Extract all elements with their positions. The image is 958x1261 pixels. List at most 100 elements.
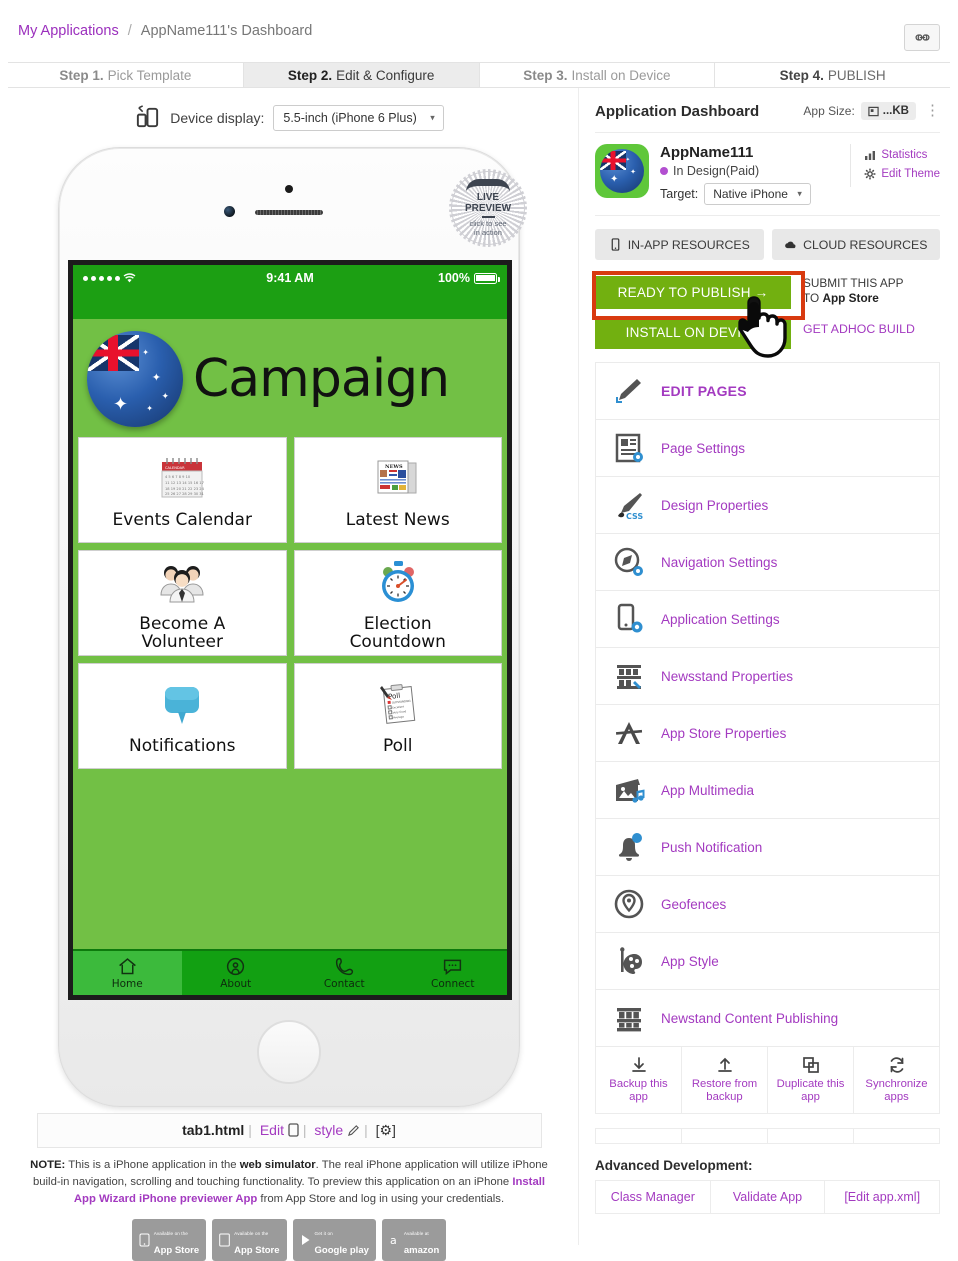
svg-text:CSS: CSS (626, 512, 643, 521)
phone-tab-connect[interactable]: Connect (399, 951, 508, 995)
signal-indicator (83, 272, 266, 284)
breadcrumb-root-link[interactable]: My Applications (18, 23, 119, 39)
step-3-number: Step 3. (523, 67, 568, 83)
bell-icon (610, 831, 648, 863)
link-button[interactable] (904, 24, 940, 51)
tab-label: Home (111, 978, 143, 990)
store-badges: Available on the App Store Available on t… (0, 1219, 578, 1261)
menu-item-newsstand-properties[interactable]: Newsstand Properties (596, 648, 939, 705)
tile-become-a-volunteer[interactable]: Become A Volunteer (78, 550, 287, 656)
edit-theme-link[interactable]: Edit Theme (864, 168, 940, 180)
tab-step-2[interactable]: Step 2. Edit & Configure (243, 63, 480, 87)
panel-side-links: Statistics Edit Theme (850, 144, 940, 187)
tool-secondary-4[interactable] (854, 1129, 939, 1143)
validate-app-button[interactable]: Validate App (711, 1181, 826, 1213)
link-icon (915, 34, 929, 41)
synchronize-apps-button[interactable]: Synchronize apps (854, 1047, 939, 1113)
tab-step-4[interactable]: Step 4. PUBLISH (715, 63, 950, 87)
tool-secondary-3[interactable] (768, 1129, 854, 1143)
application-dashboard-panel: Application Dashboard App Size: ...KB ⋮ … (578, 88, 958, 1245)
tile-latest-news[interactable]: NEWS Latest News (293, 437, 502, 543)
tab-step-3[interactable]: Step 3. Install on Device (479, 63, 716, 87)
statistics-label: Statistics (881, 149, 928, 161)
menu-item-app-style[interactable]: App Style (596, 933, 939, 990)
live-preview-badge[interactable]: LIVE PREVIEW click to see in action (449, 169, 527, 247)
people-group-icon (157, 555, 207, 611)
tile-election-countdown[interactable]: Election Countdown (293, 550, 502, 656)
tile-poll[interactable]: Poll OUTSTANDING Excellent Very Good Ave… (293, 663, 502, 769)
menu-item-app-multimedia[interactable]: App Multimedia (596, 762, 939, 819)
class-manager-button[interactable]: Class Manager (596, 1181, 711, 1213)
menu-label: Push Notification (661, 839, 763, 855)
phone-tab-home[interactable]: Home (73, 951, 182, 995)
tab-label: Contact (323, 978, 365, 990)
edit-link[interactable]: Edit (260, 1122, 284, 1138)
menu-item-navigation-settings[interactable]: Navigation Settings (596, 534, 939, 591)
menu-label: Newsstand Properties (661, 668, 794, 684)
tool-secondary-2[interactable] (682, 1129, 768, 1143)
target-select[interactable]: Native iPhone (704, 183, 811, 205)
menu-item-design-properties[interactable]: CSS Design Properties (596, 477, 939, 534)
device-switch-icon[interactable] (134, 104, 161, 131)
newspaper-icon: NEWS (374, 451, 422, 507)
phone-tab-about[interactable]: About (182, 951, 291, 995)
badge-app-store-iphone[interactable]: Available on the App Store (131, 1219, 207, 1261)
tile-notifications[interactable]: Notifications (78, 663, 287, 769)
cloud-resources-button[interactable]: CLOUD RESOURCES (771, 229, 940, 260)
cloud-icon (785, 241, 796, 249)
app-summary-row: ✦ ✦ ✦ AppName111 In Design(Paid) Target:… (595, 132, 940, 215)
advanced-development-row: Class Manager Validate App [Edit app.xml… (595, 1180, 940, 1214)
tab-step-1[interactable]: Step 1. Pick Template (8, 63, 244, 87)
australia-globe-logo: ✦ ✦ ✦ ✦ ✦ (87, 331, 183, 427)
menu-item-push-notification[interactable]: Push Notification (596, 819, 939, 876)
device-display-select[interactable]: 5.5-inch (iPhone 6 Plus) (273, 104, 444, 131)
home-button[interactable] (257, 1020, 321, 1084)
phone-gear-icon (610, 603, 648, 635)
menu-item-geofences[interactable]: Geofences (596, 876, 939, 933)
cloud-resources-label: CLOUD RESOURCES (803, 237, 928, 252)
style-link[interactable]: style (314, 1122, 343, 1138)
play-icon (300, 1233, 311, 1247)
preview-column: Device display: 5.5-inch (iPhone 6 Plus)… (0, 88, 578, 1261)
menu-item-page-settings[interactable]: Page Settings (596, 420, 939, 477)
menu-label: EDIT PAGES (661, 383, 747, 399)
menu-item-application-settings[interactable]: Application Settings (596, 591, 939, 648)
menu-item-edit-pages[interactable]: EDIT PAGES (596, 363, 939, 420)
statistics-link[interactable]: Statistics (864, 149, 940, 161)
badge-app-store-ipad[interactable]: Available on the App Store (212, 1219, 287, 1261)
sep-2: | (302, 1122, 307, 1138)
device-small-icon[interactable] (288, 1123, 299, 1137)
badge-amazon[interactable]: a Available at amazon (381, 1219, 447, 1261)
get-adhoc-build-link[interactable]: GET ADHOC BUILD (803, 322, 915, 336)
tile-label: Notifications (129, 735, 236, 756)
earpiece-speaker-icon (255, 210, 323, 215)
settings-bracket-icon[interactable]: [⚙] (376, 1122, 396, 1138)
multimedia-icon (610, 774, 648, 806)
badge-google-play[interactable]: Get it on Google play (292, 1219, 376, 1261)
edit-app-xml-button[interactable]: [Edit app.xml] (825, 1181, 939, 1213)
backup-this-app-button[interactable]: Backup this app (596, 1047, 682, 1113)
tile-events-calendar[interactable]: 4 5 6 7 8 9 10 11 12 13 14 15 16 17 18 1… (78, 437, 287, 543)
step-1-label: Pick Template (107, 67, 192, 83)
pencil-small-icon[interactable] (347, 1124, 360, 1137)
in-app-resources-button[interactable]: IN-APP RESOURCES (595, 229, 764, 260)
more-options-icon[interactable]: ⋮ (925, 103, 940, 117)
phone-tab-contact[interactable]: Contact (290, 951, 399, 995)
restore-from-backup-button[interactable]: Restore from backup (682, 1047, 768, 1113)
menu-label: Geofences (661, 896, 727, 912)
duplicate-this-app-button[interactable]: Duplicate this app (768, 1047, 854, 1113)
current-filename: tab1.html (182, 1122, 245, 1138)
menu-item-app-store-properties[interactable]: App Store Properties (596, 705, 939, 762)
shelf-wrench-icon (610, 660, 648, 692)
steps-tablist: Step 1. Pick Template Step 2. Edit & Con… (8, 62, 950, 88)
status-dot-icon (660, 167, 668, 175)
menu-item-newstand-content-publishing[interactable]: Newstand Content Publishing (596, 990, 939, 1047)
badge-big-text: App Store (153, 1245, 200, 1257)
app-icon: ✦ ✦ ✦ (595, 144, 649, 198)
app-size-value[interactable]: ...KB (860, 102, 916, 120)
tools-row-secondary (595, 1128, 940, 1144)
panel-header: Application Dashboard App Size: ...KB ⋮ (595, 102, 940, 132)
tool-secondary-1[interactable] (596, 1129, 682, 1143)
palette-icon (610, 945, 648, 977)
publish-side-text: SUBMIT THIS APP TO App Store GET ADHOC B… (803, 276, 915, 336)
